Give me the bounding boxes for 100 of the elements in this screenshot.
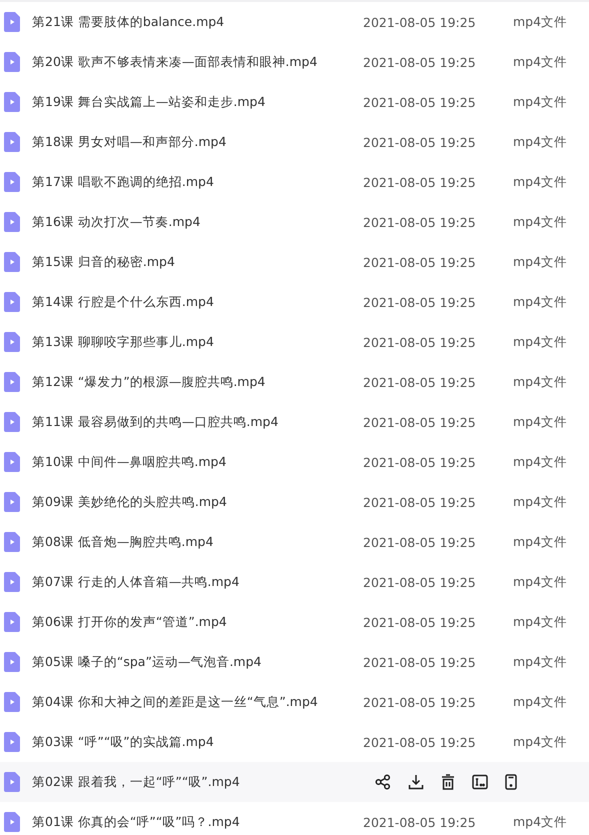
file-name[interactable]: 第12课 “爆发力”的根源—腹腔共鸣.mp4 — [32, 374, 352, 390]
file-name[interactable]: 第06课 打开你的发声“管道”.mp4 — [32, 614, 352, 630]
file-row[interactable]: 第11课 最容易做到的共鸣—口腔共鸣.mp4 2021-08-05 19:25 mp4文件 — [0, 402, 589, 442]
file-name[interactable]: 第08课 低音炮—胸腔共鸣.mp4 — [32, 534, 352, 550]
file-name[interactable]: 第04课 你和大神之间的差距是这一丝“气息”.mp4 — [32, 694, 352, 710]
file-type: mp4文件 — [513, 214, 568, 230]
file-row[interactable]: 第10课 中间件—鼻咽腔共鸣.mp4 2021-08-05 19:25 mp4文件 — [0, 442, 589, 482]
file-row[interactable]: 第19课 舞台实战篇上—站姿和走步.mp4 2021-08-05 19:25 mp4文件 — [0, 82, 589, 122]
video-file-icon — [4, 412, 20, 432]
modified-date: 2021-08-05 19:25 — [363, 54, 477, 70]
file-row[interactable]: 第16课 动次打次—节奏.mp4 2021-08-05 19:25 mp4文件 — [0, 202, 589, 242]
video-file-icon — [4, 692, 20, 712]
modified-date: 2021-08-05 19:25 — [363, 494, 477, 510]
file-name[interactable]: 第13课 聊聊咬字那些事儿.mp4 — [32, 334, 352, 350]
file-name[interactable]: 第01课 你真的会“呼”“吸”吗？.mp4 — [32, 814, 352, 830]
modified-date: 2021-08-05 19:25 — [363, 414, 477, 430]
file-row[interactable]: 第03课 “呼”“吸”的实战篇.mp4 2021-08-05 19:25 mp4文件 — [0, 722, 589, 762]
file-name[interactable]: 第02课 跟着我，一起“呼”“吸”.mp4 — [32, 774, 352, 790]
file-row[interactable]: 第12课 “爆发力”的根源—腹腔共鸣.mp4 2021-08-05 19:25 mp4文件 — [0, 362, 589, 402]
file-row[interactable]: 第01课 你真的会“呼”“吸”吗？.mp4 2021-08-05 19:25 mp4文件 — [0, 802, 589, 835]
file-name[interactable]: 第11课 最容易做到的共鸣—口腔共鸣.mp4 — [32, 414, 352, 430]
modified-date: 2021-08-05 19:25 — [363, 254, 477, 270]
video-file-icon — [4, 652, 20, 672]
file-row[interactable]: 第09课 美妙绝伦的头腔共鸣.mp4 2021-08-05 19:25 mp4文件 — [0, 482, 589, 522]
file-row[interactable]: 第05课 嗓子的“spa”运动—气泡音.mp4 2021-08-05 19:25 mp4文件 — [0, 642, 589, 682]
video-file-icon — [4, 12, 20, 32]
video-file-icon — [4, 572, 20, 592]
modified-date: 2021-08-05 19:25 — [363, 814, 477, 830]
file-name[interactable]: 第03课 “呼”“吸”的实战篇.mp4 — [32, 734, 352, 750]
file-type: mp4文件 — [513, 534, 568, 550]
file-name[interactable]: 第21课 需要肢体的balance.mp4 — [32, 14, 352, 30]
share-icon[interactable] — [375, 774, 391, 790]
file-type: mp4文件 — [513, 334, 568, 350]
file-name[interactable]: 第10课 中间件—鼻咽腔共鸣.mp4 — [32, 454, 352, 470]
file-row[interactable]: 第02课 跟着我，一起“呼”“吸”.mp4 — [0, 762, 589, 802]
file-type: mp4文件 — [513, 574, 568, 590]
file-row[interactable]: 第18课 男女对唱—和声部分.mp4 2021-08-05 19:25 mp4文件 — [0, 122, 589, 162]
modified-date: 2021-08-05 19:25 — [363, 574, 477, 590]
file-row[interactable]: 第06课 打开你的发声“管道”.mp4 2021-08-05 19:25 mp4文件 — [0, 602, 589, 642]
phone-icon[interactable] — [505, 774, 517, 790]
video-file-icon — [4, 452, 20, 472]
file-type: mp4文件 — [513, 14, 568, 30]
video-file-icon — [4, 372, 20, 392]
file-name[interactable]: 第19课 舞台实战篇上—站姿和走步.mp4 — [32, 94, 352, 110]
trash-icon[interactable] — [441, 774, 455, 790]
file-row[interactable]: 第20课 歌声不够表情来凑—面部表情和眼神.mp4 2021-08-05 19:25 mp4文件 — [0, 42, 589, 82]
file-name[interactable]: 第20课 歌声不够表情来凑—面部表情和眼神.mp4 — [32, 54, 352, 70]
video-file-icon — [4, 492, 20, 512]
modified-date: 2021-08-05 19:25 — [363, 694, 477, 710]
file-row[interactable]: 第15课 归音的秘密.mp4 2021-08-05 19:25 mp4文件 — [0, 242, 589, 282]
file-name[interactable]: 第18课 男女对唱—和声部分.mp4 — [32, 134, 352, 150]
video-file-icon — [4, 732, 20, 752]
modified-date: 2021-08-05 19:25 — [363, 534, 477, 550]
file-type: mp4文件 — [513, 254, 568, 270]
rename-icon[interactable] — [472, 774, 488, 790]
modified-date: 2021-08-05 19:25 — [363, 294, 477, 310]
modified-date: 2021-08-05 19:25 — [363, 134, 477, 150]
file-type: mp4文件 — [513, 734, 568, 750]
file-type: mp4文件 — [513, 294, 568, 310]
video-file-icon — [4, 132, 20, 152]
file-type: mp4文件 — [513, 174, 568, 190]
file-type: mp4文件 — [513, 654, 568, 670]
video-file-icon — [4, 52, 20, 72]
video-file-icon — [4, 252, 20, 272]
file-name[interactable]: 第07课 行走的人体音箱—共鸣.mp4 — [32, 574, 352, 590]
file-name[interactable]: 第14课 行腔是个什么东西.mp4 — [32, 294, 352, 310]
file-name[interactable]: 第15课 归音的秘密.mp4 — [32, 254, 352, 270]
file-type: mp4文件 — [513, 454, 568, 470]
modified-date: 2021-08-05 19:25 — [363, 374, 477, 390]
modified-date: 2021-08-05 19:25 — [363, 94, 477, 110]
file-type: mp4文件 — [513, 134, 568, 150]
file-type: mp4文件 — [513, 494, 568, 510]
modified-date: 2021-08-05 19:25 — [363, 654, 477, 670]
video-file-icon — [4, 212, 20, 232]
video-file-icon — [4, 532, 20, 552]
file-name[interactable]: 第09课 美妙绝伦的头腔共鸣.mp4 — [32, 494, 352, 510]
modified-date: 2021-08-05 19:25 — [363, 214, 477, 230]
video-file-icon — [4, 772, 20, 792]
file-type: mp4文件 — [513, 694, 568, 710]
video-file-icon — [4, 292, 20, 312]
modified-date: 2021-08-05 19:25 — [363, 614, 477, 630]
modified-date: 2021-08-05 19:25 — [363, 14, 477, 30]
video-file-icon — [4, 332, 20, 352]
file-row[interactable]: 第07课 行走的人体音箱—共鸣.mp4 2021-08-05 19:25 mp4文件 — [0, 562, 589, 602]
file-name[interactable]: 第16课 动次打次—节奏.mp4 — [32, 214, 352, 230]
file-row[interactable]: 第04课 你和大神之间的差距是这一丝“气息”.mp4 2021-08-05 19:25 mp4文件 — [0, 682, 589, 722]
file-row[interactable]: 第14课 行腔是个什么东西.mp4 2021-08-05 19:25 mp4文件 — [0, 282, 589, 322]
file-name[interactable]: 第05课 嗓子的“spa”运动—气泡音.mp4 — [32, 654, 352, 670]
file-type: mp4文件 — [513, 414, 568, 430]
file-type: mp4文件 — [513, 614, 568, 630]
download-icon[interactable] — [408, 774, 424, 790]
file-row[interactable]: 第21课 需要肢体的balance.mp4 2021-08-05 19:25 mp4文件 — [0, 2, 589, 42]
file-row[interactable]: 第13课 聊聊咬字那些事儿.mp4 2021-08-05 19:25 mp4文件 — [0, 322, 589, 362]
file-name[interactable]: 第17课 唱歌不跑调的绝招.mp4 — [32, 174, 352, 190]
video-file-icon — [4, 92, 20, 112]
video-file-icon — [4, 812, 20, 832]
file-row[interactable]: 第17课 唱歌不跑调的绝招.mp4 2021-08-05 19:25 mp4文件 — [0, 162, 589, 202]
file-type: mp4文件 — [513, 814, 568, 830]
file-row[interactable]: 第08课 低音炮—胸腔共鸣.mp4 2021-08-05 19:25 mp4文件 — [0, 522, 589, 562]
file-type: mp4文件 — [513, 94, 568, 110]
